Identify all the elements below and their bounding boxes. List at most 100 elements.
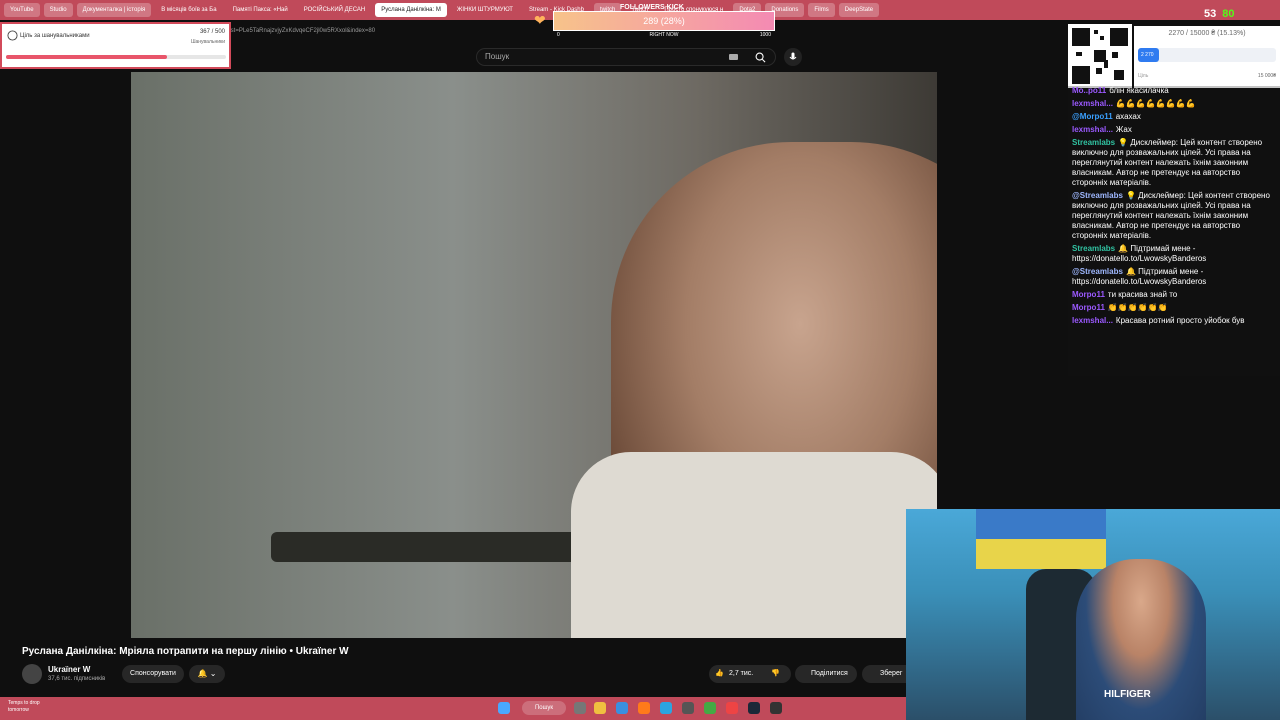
qr-module — [1100, 36, 1104, 40]
chat-message: Morpo11 ти красива знай то — [1072, 290, 1276, 300]
thumbs-down-icon[interactable]: 👎 — [771, 665, 780, 683]
browser-tab[interactable]: В місяців боїв за Ба — [155, 3, 222, 17]
goal-subtitle: Шанувальники — [190, 39, 225, 45]
chat-username[interactable]: Morpo11 — [1072, 290, 1105, 299]
chat-username[interactable]: @Streamlabs — [1072, 191, 1123, 200]
browser-tab[interactable]: DeepState — [838, 3, 880, 17]
chat-message: lexmshal... Жах — [1072, 125, 1276, 135]
save-button[interactable]: Зберег — [862, 665, 908, 683]
qr-module — [1110, 28, 1128, 46]
donation-progress-bar: 2 270 — [1138, 48, 1276, 62]
donation-goal-widget: 2270 / 15000 ₴ (15.13%) 2 270 Ціль 15 00… — [1134, 26, 1280, 88]
voice-search-button[interactable] — [784, 48, 802, 66]
windows-taskbar: Temps to drop tomorrow Пошук — [0, 697, 906, 720]
heart-icon: ❤ — [534, 12, 546, 28]
subscriber-count: 37,6 тис. підписників — [48, 676, 106, 682]
browser-tab[interactable]: Документалка | історія — [76, 3, 152, 17]
chat-username[interactable]: lexmshal... — [1072, 99, 1113, 108]
chat-username[interactable]: lexmshal... — [1072, 125, 1113, 134]
donation-label: Ціль — [1138, 73, 1149, 79]
qr-module — [1104, 60, 1108, 68]
windows-icon[interactable] — [498, 702, 510, 714]
edge-icon[interactable] — [616, 702, 628, 714]
browser-tab[interactable]: Руслана Данілкіна: М — [375, 3, 447, 17]
qr-module — [1072, 66, 1090, 84]
video-player[interactable] — [131, 72, 937, 638]
followers-count: 289 (28%) — [643, 16, 685, 26]
chat-message: Mo..po11 блін якасилачка — [1072, 86, 1276, 96]
donation-amount: 2 270 — [1141, 52, 1154, 58]
video-letterbox — [0, 72, 131, 638]
chat-username[interactable]: lexmshal... — [1072, 316, 1113, 325]
viewer-counts: 53 80 — [1204, 8, 1235, 20]
channel-avatar[interactable] — [22, 664, 42, 684]
chat-text: ахахах — [1115, 112, 1141, 121]
chat-username[interactable]: @Streamlabs — [1072, 267, 1123, 276]
followers-max: 1000 — [759, 32, 771, 38]
task-view-icon[interactable] — [574, 702, 586, 714]
kick-viewer-count: 80 — [1222, 8, 1235, 20]
share-button[interactable]: Поділитися — [795, 665, 857, 683]
youtube-viewer-count: 53 — [1204, 8, 1217, 20]
video-title: Руслана Данілкіна: Мріяла потрапити на п… — [22, 646, 349, 657]
fan-goal-icon — [7, 30, 18, 41]
taskbar-search[interactable]: Пошук — [522, 701, 566, 715]
sponsor-button[interactable]: Спонсорувати — [122, 665, 184, 683]
followers-center-label: RIGHT NOW — [649, 32, 679, 38]
weather-line-1: Temps to drop — [8, 700, 40, 706]
chat-message: lexmshal... Красава ротний просто уйобок … — [1072, 316, 1276, 326]
like-dislike-group: 👍 2,7 тис. 👎 — [709, 665, 791, 683]
chat-username[interactable]: Morpo11 — [1072, 303, 1105, 312]
chat-message: @Morpo11 ахахах — [1072, 112, 1276, 122]
chat-text: ти красива знай то — [1107, 290, 1178, 299]
search-icon — [755, 52, 765, 62]
chat-message: @Streamlabs 💡 Дисклеймер: Цей контент ств… — [1072, 191, 1276, 241]
obs-icon[interactable] — [770, 702, 782, 714]
wall-flag — [976, 509, 1106, 569]
chat-message: @Streamlabs 🔔 Підтримай мене - https://do… — [1072, 267, 1276, 287]
browser-tab[interactable]: РОСІЙСЬКИЙ ДЕСАН — [298, 3, 372, 17]
chat-text: 👏👏👏👏👏👏 — [1107, 303, 1168, 312]
telegram-icon[interactable] — [660, 702, 672, 714]
search-button[interactable] — [750, 48, 770, 66]
subscription-bell-button[interactable]: 🔔 ⌄ — [189, 665, 225, 683]
streamer-webcam: HILFIGER — [906, 509, 1280, 720]
chat-text: 💪💪💪💪💪💪💪💪 — [1115, 99, 1196, 108]
chat-username[interactable]: Streamlabs — [1072, 244, 1115, 253]
weather-line-2: tomorrow — [8, 707, 29, 713]
browser-tab[interactable]: Studio — [43, 3, 73, 17]
chat-username[interactable]: Mo..po11 — [1072, 86, 1106, 95]
steam-icon[interactable] — [748, 702, 760, 714]
browser-tab[interactable]: Памяті Пакса: «Най — [227, 3, 294, 17]
weather-widget[interactable]: Temps to drop tomorrow — [8, 700, 40, 714]
qr-module — [1096, 68, 1102, 74]
qr-module — [1072, 28, 1090, 46]
keyboard-icon[interactable] — [729, 54, 738, 60]
chat-username[interactable]: Streamlabs — [1072, 138, 1115, 147]
chat-username[interactable]: @Morpo11 — [1072, 112, 1113, 121]
donation-progress-fill: 2 270 — [1138, 48, 1159, 62]
thumbs-up-icon[interactable]: 👍 — [715, 665, 724, 683]
app-icon-2[interactable] — [704, 702, 716, 714]
app-icon[interactable] — [682, 702, 694, 714]
chat-text: Жах — [1115, 125, 1132, 134]
mic-icon — [789, 52, 797, 60]
channel-name[interactable]: Ukraїner W — [48, 665, 90, 674]
chat-text: блін якасилачка — [1109, 86, 1169, 95]
browser-tab[interactable]: YouTube — [4, 3, 40, 17]
file-explorer-icon[interactable] — [594, 702, 606, 714]
goal-title: Ціль за шанувальниками — [20, 33, 90, 39]
stream-chat: Mo..po11 блін якасилачка lexmshal... 💪💪💪💪💪💪… — [1068, 86, 1280, 376]
browser-tab[interactable]: ЖІНКИ ШТУРМУЮТ — [451, 3, 519, 17]
browser-tab[interactable]: Films — [808, 3, 835, 17]
chrome-icon[interactable] — [726, 702, 738, 714]
firefox-icon[interactable] — [638, 702, 650, 714]
background-object — [271, 532, 611, 562]
qr-module — [1114, 70, 1124, 80]
chat-message: Streamlabs 💡 Дисклеймер: Цей контент ство… — [1072, 138, 1276, 188]
chat-message: Streamlabs 🔔 Підтримай мене - https://don… — [1072, 244, 1276, 264]
qr-module — [1112, 52, 1118, 58]
goal-count: 367 / 500 — [199, 29, 225, 35]
donation-max: 15 000₴ — [1257, 73, 1276, 79]
like-count[interactable]: 2,7 тис. — [729, 665, 753, 683]
